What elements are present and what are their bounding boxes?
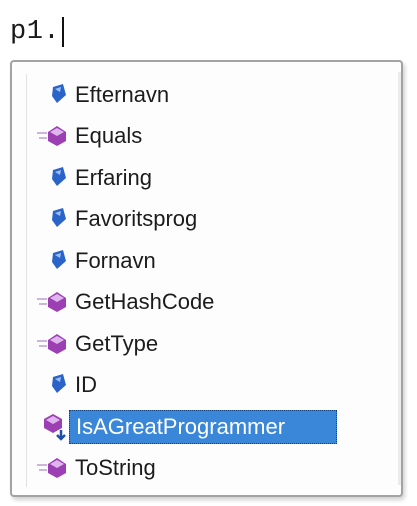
method-icon [27,453,69,483]
method-icon [27,287,69,317]
completion-item-label: GetType [75,330,159,356]
method-icon [27,121,69,151]
completion-item[interactable]: Equals [27,116,395,158]
property-icon [27,163,69,193]
property-icon [27,246,69,276]
completion-item[interactable]: ID [27,365,395,407]
popup-scroll-edge [398,72,401,485]
completion-item[interactable]: Erfaring [27,157,395,199]
method-icon [27,329,69,359]
completion-item-label: Equals [75,123,143,149]
completion-item[interactable]: Fornavn [27,240,395,282]
code-editor-line[interactable]: p1. [10,14,65,50]
completion-list: Efternavn Equals Erfaring Favoritsprog F [26,74,395,487]
extension-method-icon [27,412,69,442]
completion-item-label: Erfaring [75,164,153,190]
completion-item[interactable]: Favoritsprog [27,199,395,241]
completion-item[interactable]: ToString [27,448,395,490]
completion-item-selected[interactable]: IsAGreatProgrammer [27,406,395,448]
completion-item-label: ToString [75,455,156,481]
property-icon [27,370,69,400]
property-icon [27,80,69,110]
property-icon [27,204,69,234]
completion-item-label: ID [75,372,97,398]
editor-text[interactable]: p1. [10,17,60,47]
completion-item-label: Fornavn [75,247,156,273]
completion-item-label: Favoritsprog [75,206,198,232]
completion-item[interactable]: GetHashCode [27,282,395,324]
completion-item-label: IsAGreatProgrammer [69,409,337,444]
completion-item[interactable]: GetType [27,323,395,365]
completion-item-label: Efternavn [75,81,170,107]
text-caret [62,17,65,47]
completion-item-label: GetHashCode [75,289,215,315]
completion-item[interactable]: Efternavn [27,74,395,116]
intellisense-popup: Efternavn Equals Erfaring Favoritsprog F [10,60,403,497]
